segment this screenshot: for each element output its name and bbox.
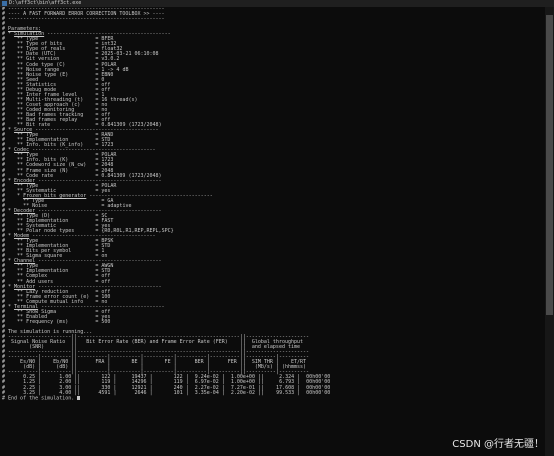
end-message: # End of the simulation.	[2, 396, 542, 401]
console-output: # --------------------------------------…	[2, 7, 542, 456]
table-cell: 3.35e-04	[194, 389, 219, 396]
vertical-scrollbar[interactable]	[545, 7, 554, 456]
table-cell: 2.20e-02	[230, 389, 255, 396]
console-app-icon	[2, 1, 7, 6]
table-cell: 00h00'00	[306, 389, 331, 396]
table-cell: 99.533	[276, 389, 295, 396]
parameters-block: # * Simulation -------------------------…	[2, 32, 542, 325]
table-cell: 2646	[134, 389, 147, 396]
watermark: CSDN @行者无疆！	[452, 439, 544, 450]
table-cell: 101	[173, 389, 183, 396]
window-title: D:\aff3ct\bin\aff3ct.exe	[9, 0, 82, 6]
console-header: # --------------------------------------…	[2, 7, 542, 27]
param-key: Frequency (ms)	[26, 318, 69, 325]
scrollbar-thumb[interactable]	[546, 15, 553, 315]
param-value: 500	[101, 318, 111, 325]
cursor-icon	[77, 395, 81, 400]
table-cell: 4591	[98, 389, 111, 396]
window-titlebar[interactable]: D:\aff3ct\bin\aff3ct.exe	[0, 0, 554, 7]
results-table: # ---------------------||---------------…	[2, 334, 542, 396]
